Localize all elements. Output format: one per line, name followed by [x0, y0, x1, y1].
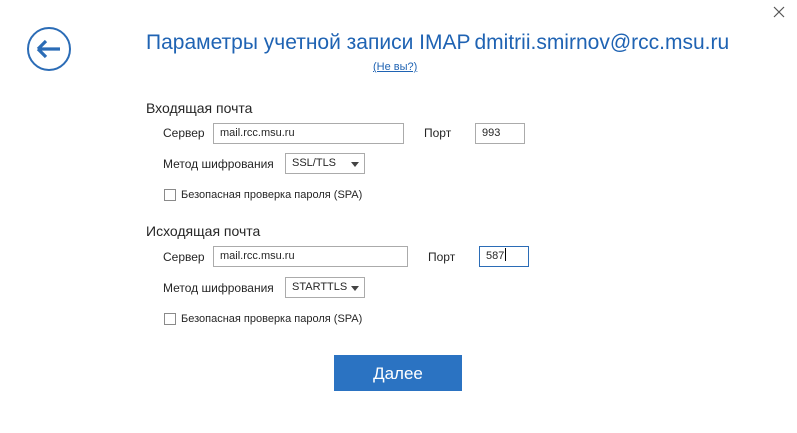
- chevron-down-icon: [351, 286, 359, 291]
- incoming-port-label: Порт: [424, 126, 452, 140]
- outgoing-encryption-label: Метод шифрования: [163, 281, 274, 295]
- incoming-spa-label: Безопасная проверка пароля (SPA): [181, 189, 363, 201]
- incoming-encryption-label: Метод шифрования: [163, 157, 274, 171]
- page-title: Параметры учетной записи IMAP dmitrii.smi…: [146, 31, 729, 55]
- incoming-port-input[interactable]: 993: [475, 123, 525, 144]
- outgoing-spa-checkbox[interactable]: [164, 313, 176, 325]
- not-you-link[interactable]: (Не вы?): [373, 61, 417, 73]
- outgoing-server-label: Сервер: [163, 250, 205, 264]
- incoming-server-input[interactable]: mail.rcc.msu.ru: [213, 123, 404, 144]
- incoming-spa-checkbox[interactable]: [164, 189, 176, 201]
- title-text: Параметры учетной записи IMAP: [146, 31, 471, 54]
- text-caret: [505, 248, 507, 261]
- outgoing-spa-label: Безопасная проверка пароля (SPA): [181, 313, 363, 325]
- incoming-server-label: Сервер: [163, 126, 205, 140]
- outgoing-heading: Исходящая почта: [146, 223, 261, 239]
- outgoing-port-input[interactable]: 587: [479, 246, 529, 267]
- outgoing-encryption-select[interactable]: STARTTLS: [285, 277, 365, 298]
- close-icon[interactable]: [771, 4, 787, 20]
- account-email: dmitrii.smirnov@rcc.msu.ru: [474, 31, 730, 54]
- incoming-heading: Входящая почта: [146, 100, 253, 116]
- incoming-encryption-select[interactable]: SSL/TLS: [285, 153, 365, 174]
- outgoing-server-input[interactable]: mail.rcc.msu.ru: [213, 246, 408, 267]
- chevron-down-icon: [351, 162, 359, 167]
- back-button[interactable]: [27, 27, 71, 71]
- next-button[interactable]: Далее: [334, 355, 462, 391]
- back-arrow-icon: [36, 39, 60, 59]
- outgoing-encryption-value: STARTTLS: [292, 281, 348, 293]
- outgoing-port-value: 587: [486, 250, 505, 262]
- outgoing-port-label: Порт: [428, 250, 456, 264]
- incoming-encryption-value: SSL/TLS: [292, 157, 337, 169]
